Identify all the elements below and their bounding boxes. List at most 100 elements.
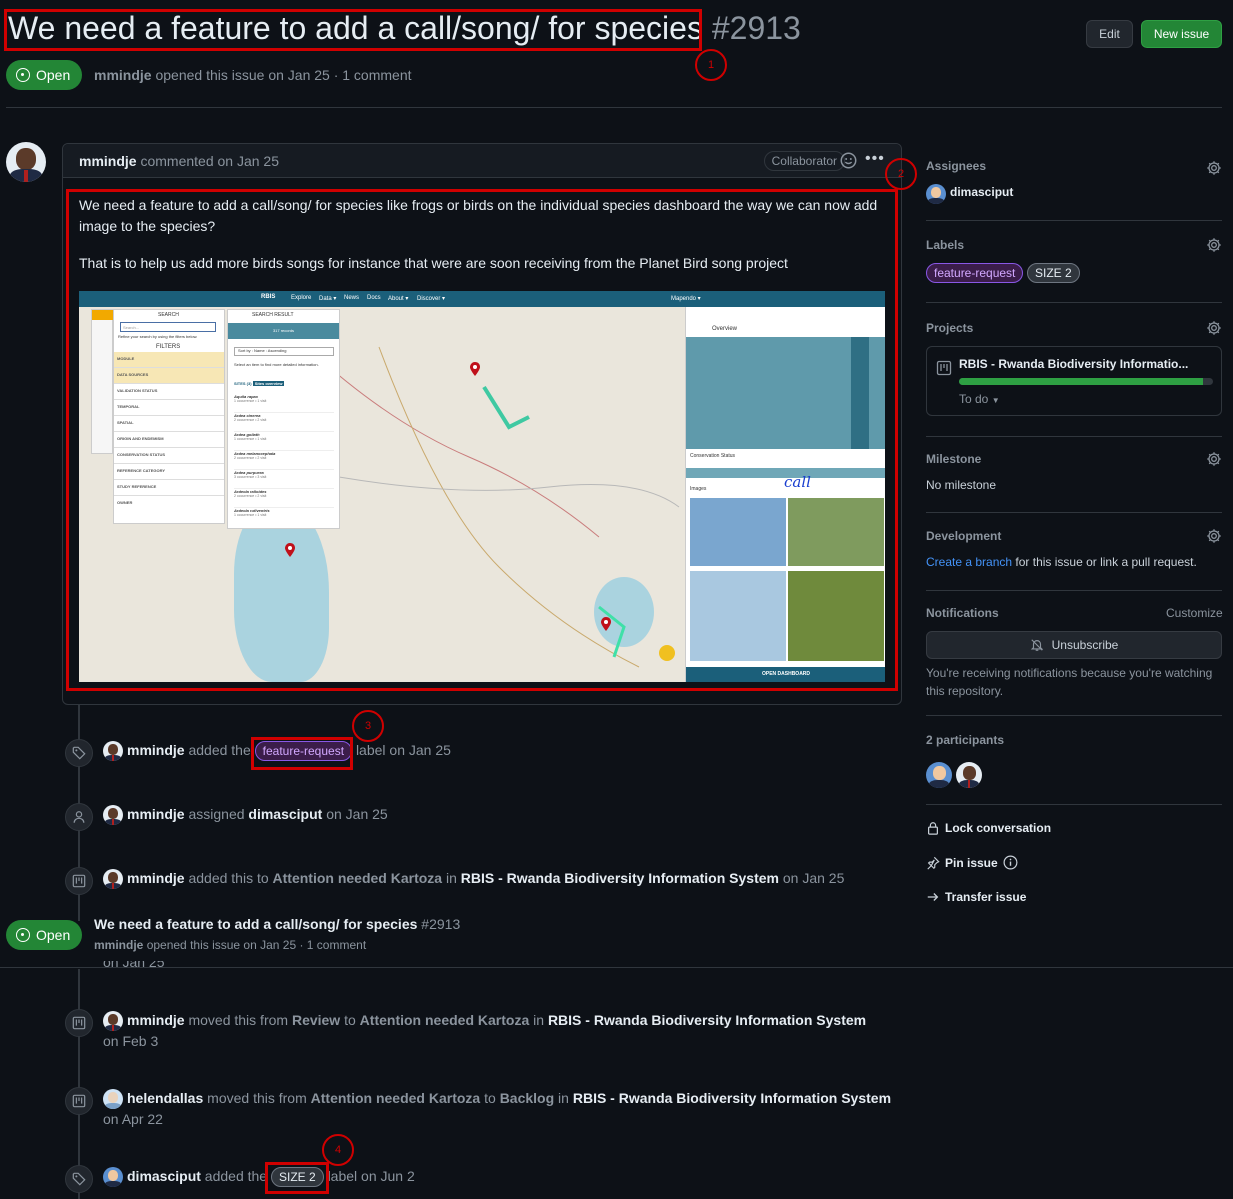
avatar[interactable] xyxy=(926,184,946,204)
timeline-event-label-added: dimasciput added the SIZE 2 label on Jun… xyxy=(127,1166,415,1187)
filter-data-sources[interactable]: DATA SOURCES xyxy=(114,368,224,384)
project-column[interactable]: Review xyxy=(292,1012,340,1028)
chat-bubble-icon[interactable] xyxy=(659,645,675,661)
smiley-icon[interactable] xyxy=(840,152,857,174)
project-card[interactable]: RBIS - Rwanda Biodiversity Informatio...… xyxy=(926,346,1222,416)
avatar[interactable] xyxy=(103,1089,123,1109)
pin-issue-button[interactable]: Pin issue xyxy=(926,855,1018,870)
filter-origin[interactable]: ORIGIN AND ENDEMISM xyxy=(114,432,224,448)
embedded-screenshot[interactable]: RBIS Explore Data ▾ News Docs About ▾ Di… xyxy=(79,291,885,682)
tag-icon xyxy=(65,1165,93,1193)
project-column[interactable]: Backlog xyxy=(500,1090,554,1106)
sidebar-divider xyxy=(926,436,1222,437)
list-item[interactable]: Ardea cinerea 2 occurrence • 2 visit xyxy=(234,413,334,432)
bird-photo[interactable] xyxy=(690,571,786,661)
filter-spatial[interactable]: SPATIAL xyxy=(114,416,224,432)
list-item[interactable]: Ardea goliath 1 occurrence • 1 visit xyxy=(234,432,334,451)
new-issue-button[interactable]: New issue xyxy=(1141,20,1222,48)
projects-heading[interactable]: Projects xyxy=(926,321,973,335)
assignees-heading[interactable]: Assignees xyxy=(926,159,986,173)
avatar[interactable] xyxy=(103,741,123,761)
comment-author-link[interactable]: mmindje xyxy=(79,153,137,169)
avatar[interactable] xyxy=(103,1011,123,1031)
list-item[interactable]: Aquila rapax 1 occurrence • 1 visit xyxy=(234,394,334,413)
project-column[interactable]: Attention needed Kartoza xyxy=(273,870,443,886)
assignee-name[interactable]: dimasciput xyxy=(950,185,1013,199)
gear-icon[interactable] xyxy=(1206,451,1222,467)
sticky-author[interactable]: mmindje xyxy=(94,938,143,952)
screenshot-nav-data: Data ▾ xyxy=(319,296,337,302)
feature-request-label[interactable]: feature-request xyxy=(926,263,1024,283)
event-actor[interactable]: mmindje xyxy=(127,806,185,822)
avatar[interactable] xyxy=(103,1167,123,1187)
timeline-event-moved: helendallas moved this from Attention ne… xyxy=(127,1088,927,1109)
sites-row[interactable]: SITES (3) Sites overview xyxy=(234,381,334,386)
development-heading[interactable]: Development xyxy=(926,529,1001,543)
size-2-label[interactable]: SIZE 2 xyxy=(1027,263,1080,283)
project-column[interactable]: Attention needed Kartoza xyxy=(360,1012,530,1028)
list-item[interactable]: Ardeola rufiventris 1 occurrence • 1 visi… xyxy=(234,508,334,527)
avatar[interactable] xyxy=(103,869,123,889)
open-dashboard-button[interactable]: OPEN DASHBOARD xyxy=(686,667,885,682)
filters-title: FILTERS xyxy=(156,344,181,350)
project-column[interactable]: Attention needed Kartoza xyxy=(311,1090,481,1106)
event-target[interactable]: dimasciput xyxy=(248,806,322,822)
filter-owner[interactable]: OWNER xyxy=(114,496,224,512)
filter-module[interactable]: MODULE xyxy=(114,352,224,368)
filter-temporal[interactable]: TEMPORAL xyxy=(114,400,224,416)
result-count: 317 records xyxy=(228,323,339,339)
project-status-dropdown[interactable]: To do ▼ xyxy=(959,392,1000,406)
gear-icon[interactable] xyxy=(1206,160,1222,176)
create-branch-link[interactable]: Create a branch xyxy=(926,555,1012,569)
milestone-heading[interactable]: Milestone xyxy=(926,452,981,466)
filter-validation[interactable]: VALIDATION STATUS xyxy=(114,384,224,400)
kebab-menu-icon[interactable]: ••• xyxy=(865,150,885,168)
screenshot-nav-docs: Docs xyxy=(367,295,381,301)
gear-icon[interactable] xyxy=(1206,528,1222,544)
issue-author-link[interactable]: mmindje xyxy=(94,67,152,83)
project-link[interactable]: RBIS - Rwanda Biodiversity Information S… xyxy=(461,870,779,886)
sort-select[interactable]: Sort by : Name : Ascending xyxy=(234,347,334,356)
edit-button[interactable]: Edit xyxy=(1086,20,1133,48)
info-icon[interactable] xyxy=(1003,855,1018,870)
feature-request-label[interactable]: feature-request xyxy=(254,741,353,761)
person-icon xyxy=(65,803,93,831)
event-actor[interactable]: dimasciput xyxy=(127,1168,201,1184)
list-item[interactable]: Ardeola ralloides 2 occurrence • 2 visit xyxy=(234,489,334,508)
search-field[interactable]: Search... xyxy=(120,322,216,332)
project-name[interactable]: RBIS - Rwanda Biodiversity Informatio... xyxy=(959,357,1188,371)
gear-icon[interactable] xyxy=(1206,320,1222,336)
issue-meta: mmindje opened this issue on Jan 25 · 1 … xyxy=(94,67,412,83)
project-link[interactable]: RBIS - Rwanda Biodiversity Information S… xyxy=(548,1012,866,1028)
event-actor[interactable]: mmindje xyxy=(127,742,185,758)
project-link[interactable]: RBIS - Rwanda Biodiversity Information S… xyxy=(573,1090,891,1106)
filter-conservation[interactable]: CONSERVATION STATUS xyxy=(114,448,224,464)
avatar[interactable] xyxy=(956,762,982,788)
bird-photo[interactable] xyxy=(788,498,884,566)
bird-photo[interactable] xyxy=(690,498,786,566)
labels-heading[interactable]: Labels xyxy=(926,238,964,252)
list-item[interactable]: Ardea melanocephala 2 occurrence • 2 visi… xyxy=(234,451,334,470)
filter-reference[interactable]: REFERENCE CATEGORY xyxy=(114,464,224,480)
transfer-issue-button[interactable]: Transfer issue xyxy=(926,890,1026,904)
size-2-label[interactable]: SIZE 2 xyxy=(270,1167,324,1187)
lock-conversation-button[interactable]: Lock conversation xyxy=(926,821,1051,835)
avatar[interactable] xyxy=(926,762,952,788)
event-actor[interactable]: mmindje xyxy=(127,870,185,886)
sidebar-divider xyxy=(926,220,1222,221)
project-board-icon xyxy=(936,360,952,376)
sites-badge[interactable]: Sites overview xyxy=(252,381,285,386)
timeline-event-assigned: mmindje assigned dimasciput on Jan 25 xyxy=(127,804,388,825)
sidebar-divider xyxy=(926,715,1222,716)
avatar[interactable] xyxy=(103,805,123,825)
bird-photo[interactable] xyxy=(788,571,884,661)
event-actor[interactable]: helendallas xyxy=(127,1090,203,1106)
avatar[interactable] xyxy=(6,142,46,182)
list-item[interactable]: Ardea purpurea 3 occurrence • 3 visit xyxy=(234,470,334,489)
event-actor[interactable]: mmindje xyxy=(127,1012,185,1028)
event-text: in xyxy=(533,1012,545,1028)
gear-icon[interactable] xyxy=(1206,237,1222,253)
filter-study[interactable]: STUDY REFERENCE xyxy=(114,480,224,496)
unsubscribe-button[interactable]: Unsubscribe xyxy=(926,631,1222,659)
customize-link[interactable]: Customize xyxy=(1166,606,1223,620)
